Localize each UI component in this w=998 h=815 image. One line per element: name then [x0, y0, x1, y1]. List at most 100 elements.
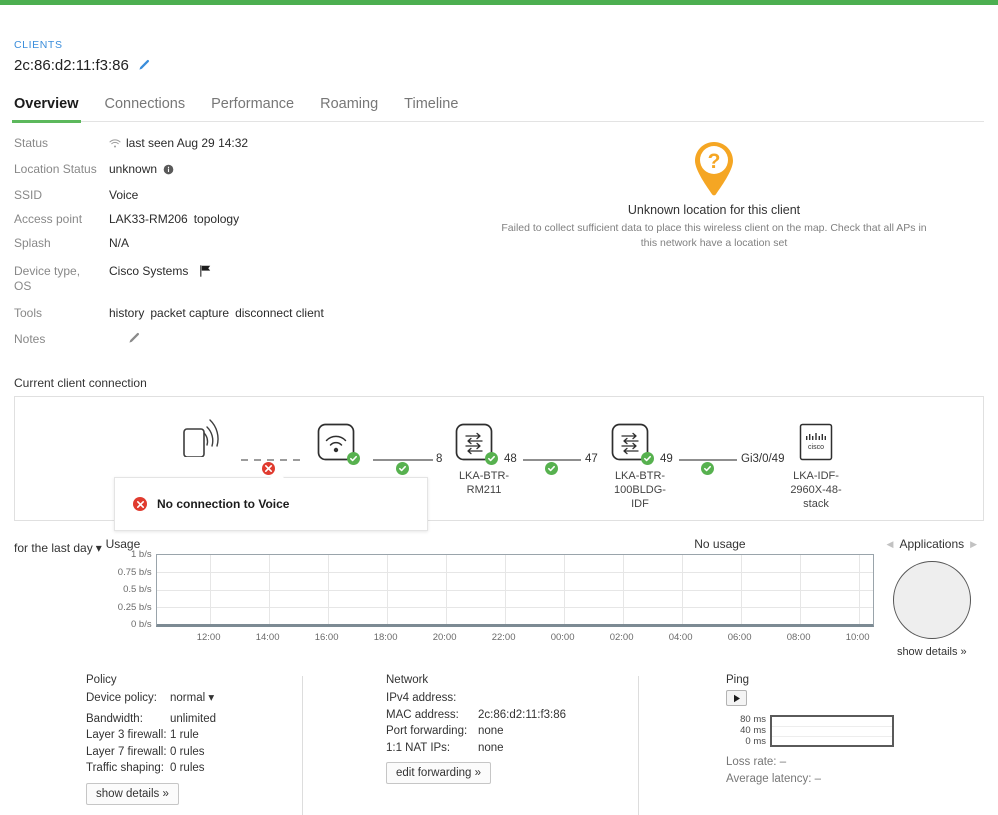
- detail-row-splash: Splash N/A: [14, 236, 444, 251]
- x-tick-11: 10:00: [846, 632, 870, 643]
- topology-link-switch1-to-switch2: [523, 459, 581, 461]
- network-row-mac: MAC address: 2c:86:d2:11:f3:86: [386, 707, 638, 724]
- x-tick-7: 02:00: [610, 632, 634, 643]
- ping-y-axis: 80 ms 40 ms 0 ms: [726, 715, 770, 747]
- policy-heading: Policy: [86, 674, 302, 686]
- mac-address-key: MAC address:: [386, 707, 478, 724]
- device-policy-dropdown[interactable]: normal ▾: [170, 690, 214, 707]
- ping-chart: 80 ms 40 ms 0 ms: [726, 715, 894, 747]
- layer7-firewall-key: Layer 7 firewall:: [86, 744, 170, 761]
- x-tick-0: 12:00: [197, 632, 221, 643]
- time-range-selector[interactable]: for the last day▾: [14, 537, 106, 658]
- gridline-v: [564, 555, 565, 624]
- edit-pencil-icon[interactable]: [137, 59, 150, 72]
- topology-link-client-to-ap: [241, 459, 303, 461]
- policy-row-traffic-shaping: Traffic shaping: 0 rules: [86, 760, 302, 777]
- port-forwarding-key: Port forwarding:: [386, 723, 478, 740]
- client-details-table: Status last seen Aug 29 14:32 Location S…: [14, 136, 444, 358]
- tool-packet-capture-link[interactable]: packet capture: [150, 306, 229, 320]
- ok-badge-icon: [347, 452, 360, 465]
- traffic-shaping-key: Traffic shaping:: [86, 760, 170, 777]
- topology-node-switch-2-label: LKA-BTR- 100BLDG- IDF: [603, 469, 677, 511]
- layer7-firewall-value: 0 rules: [170, 744, 205, 761]
- access-point-value[interactable]: LAK33-RM206: [109, 212, 188, 226]
- policy-row-layer7-firewall: Layer 7 firewall: 0 rules: [86, 744, 302, 761]
- tab-roaming[interactable]: Roaming: [320, 96, 378, 121]
- page-title: 2c:86:d2:11:f3:86: [14, 57, 129, 74]
- topology-node-switch-2[interactable]: LKA-BTR- 100BLDG- IDF: [611, 423, 677, 511]
- topology-link[interactable]: topology: [194, 212, 239, 226]
- y-tick-3: 0.75 b/s: [118, 568, 152, 578]
- gridline-h: [157, 607, 873, 608]
- notes-edit-pencil-icon[interactable]: [127, 332, 140, 345]
- svg-text:?: ?: [708, 150, 721, 173]
- applications-show-details-link[interactable]: show details »: [880, 646, 984, 658]
- gridline-v: [741, 555, 742, 624]
- gridline-v: [682, 555, 683, 624]
- location-status-label: Location Status: [14, 162, 109, 179]
- network-row-nat: 1:1 NAT IPs: none: [386, 740, 638, 757]
- topology-node-access-point[interactable]: [317, 423, 355, 461]
- tab-connections[interactable]: Connections: [105, 96, 186, 121]
- detail-row-status: Status last seen Aug 29 14:32: [14, 136, 444, 153]
- tab-timeline[interactable]: Timeline: [404, 96, 458, 121]
- nat-ips-key: 1:1 NAT IPs:: [386, 740, 478, 757]
- flag-icon[interactable]: [199, 265, 212, 281]
- gridline-v: [328, 555, 329, 624]
- gridline-v: [800, 555, 801, 624]
- network-row-port-forwarding: Port forwarding: none: [386, 723, 638, 740]
- policy-panel: Policy Device policy: normal ▾ Bandwidth…: [86, 674, 302, 805]
- topology-node-switch-3[interactable]: cisco LKA-IDF- 2960X-48- stack: [799, 423, 853, 511]
- usage-y-axis: 1 b/s 0.75 b/s 0.5 b/s 0.25 b/s 0 b/s: [106, 554, 156, 629]
- chevron-down-icon: ▾: [208, 692, 214, 704]
- detail-row-access-point: Access point LAK33-RM206topology: [14, 212, 444, 227]
- ipv4-address-key: IPv4 address:: [386, 690, 478, 707]
- detail-row-tools: Tools historypacket capturedisconnect cl…: [14, 306, 444, 321]
- tool-disconnect-client-link[interactable]: disconnect client: [235, 306, 324, 320]
- location-status-value: unknown: [109, 162, 157, 176]
- layer3-firewall-value: 1 rule: [170, 727, 199, 744]
- gridline-h: [157, 590, 873, 591]
- tool-history-link[interactable]: history: [109, 306, 144, 320]
- ping-play-button[interactable]: [726, 690, 747, 706]
- panel-divider: [302, 676, 303, 815]
- port-forwarding-value: none: [478, 723, 504, 740]
- topology-node-client-device[interactable]: [180, 415, 226, 460]
- policy-row-layer3-firewall: Layer 3 firewall: 1 rule: [86, 727, 302, 744]
- x-tick-8: 04:00: [669, 632, 693, 643]
- x-tick-9: 06:00: [728, 632, 752, 643]
- gridline-h: [772, 726, 892, 727]
- detail-row-location-status: Location Status unknown: [14, 162, 444, 179]
- tab-performance[interactable]: Performance: [211, 96, 294, 121]
- detail-row-ssid: SSID Voice: [14, 188, 444, 203]
- edit-forwarding-button[interactable]: edit forwarding »: [386, 762, 491, 784]
- ping-y-tick-80: 80 ms: [740, 715, 766, 725]
- breadcrumb[interactable]: CLIENTS: [14, 39, 984, 51]
- topology-link1-status-ok: [396, 462, 409, 475]
- topology-link-ap-to-switch1: [373, 459, 433, 461]
- current-client-connection-panel: 8 LKA-BTR- RM211 48: [14, 396, 984, 521]
- network-panel: Network IPv4 address: MAC address: 2c:86…: [302, 674, 638, 805]
- switch3-label-line3: stack: [779, 497, 853, 511]
- gridline-h: [772, 736, 892, 737]
- applications-pie-chart[interactable]: [893, 561, 971, 639]
- chevron-down-icon: ▾: [96, 541, 102, 555]
- x-tick-3: 18:00: [374, 632, 398, 643]
- gridline-v: [210, 555, 211, 624]
- y-tick-2: 0.5 b/s: [123, 585, 152, 595]
- wifi-icon: [109, 138, 121, 153]
- notes-value-cell: [109, 332, 140, 349]
- switch3-label-line1: LKA-IDF-: [779, 469, 853, 483]
- info-icon[interactable]: [163, 164, 174, 179]
- detail-row-device-type: Device type, OS Cisco Systems: [14, 264, 444, 294]
- tab-overview[interactable]: Overview: [14, 96, 79, 121]
- topology-link-status-error[interactable]: [262, 462, 275, 475]
- tools-value-cell: history packet capture disconnect client: [109, 306, 324, 321]
- chevron-right-icon[interactable]: ▶: [970, 539, 977, 550]
- gridline-v: [859, 555, 860, 624]
- switch1-label-line2: RM211: [447, 483, 521, 497]
- ping-panel: Ping 80 ms 40 ms 0 ms Loss rate: – Avera…: [638, 674, 894, 805]
- policy-show-details-button[interactable]: show details »: [86, 783, 179, 805]
- chevron-left-icon[interactable]: ◀: [887, 539, 894, 550]
- usage-chart: Usage No usage 1 b/s 0.75 b/s 0.5 b/s 0.…: [106, 537, 874, 658]
